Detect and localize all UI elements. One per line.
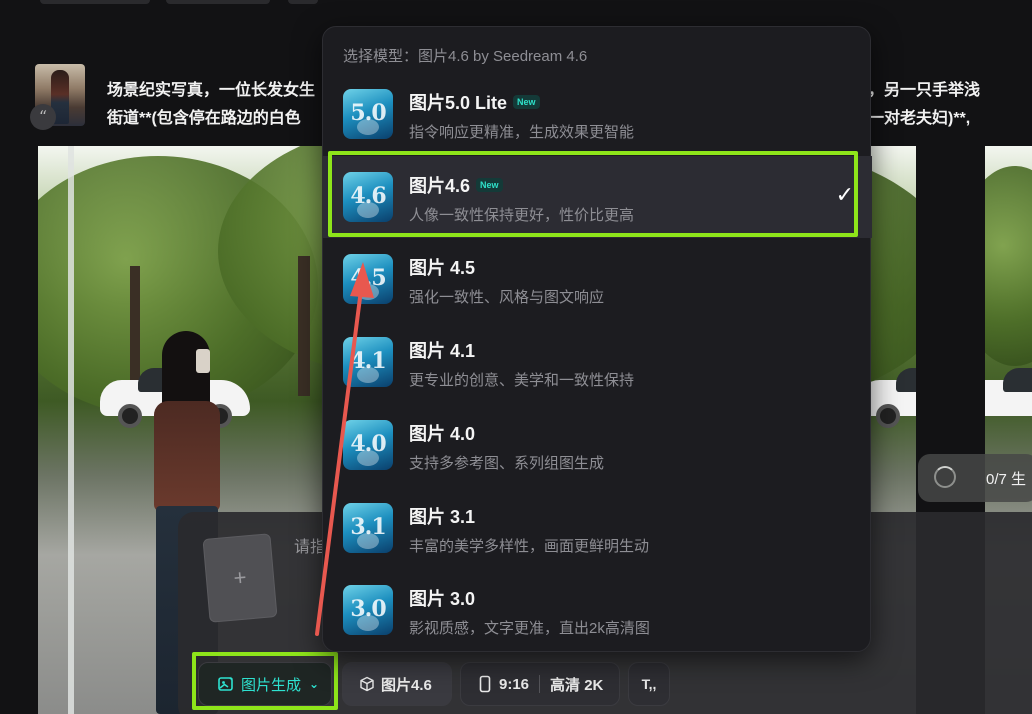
top-chip [40,0,150,4]
model-description: 影视质感，文字更准，直出2k高清图 [409,620,650,638]
model-description: 丰富的美学多样性，画面更鲜明生动 [409,537,650,555]
model-name-label: 图片 3.0 [409,589,476,610]
dropdown-header: 选择模型：图片4.6 by Seedream 4.6 [343,48,588,65]
progress-label: 0/7 生 [986,471,1027,488]
loading-spinner-icon [934,466,956,488]
model-option[interactable]: 3.1 图片 3.1 丰富的美学多样性，画面更鲜明生动 [323,487,872,569]
model-option[interactable]: 4.0 图片 4.0 支持多参考图、系列组图生成 [323,404,872,486]
model-description: 支持多参考图、系列组图生成 [409,454,605,472]
model-description: 强化一致性、风格与图文响应 [409,289,605,307]
annotation-highlight-selected-model [328,151,858,237]
divider [539,675,541,693]
cube-icon [360,676,374,692]
model-name: 图片 4.5 [409,254,475,280]
model-selector-button[interactable]: 图片4.6 [342,662,452,706]
model-name-label: 图片 3.1 [409,506,476,527]
portrait-ratio-icon [479,675,491,693]
model-thumbnail: 3.0 [343,585,393,636]
model-option[interactable]: 5.0 图片5.0 Lite New 指令响应更精准，生成效果更智能 [323,73,872,155]
text-icon: T,, [641,676,657,692]
model-description: 指令响应更精准，生成效果更智能 [409,124,635,141]
new-badge: New [513,95,540,109]
model-thumbnail: 5.0 [343,89,393,139]
model-dropdown: 选择模型：图片4.6 by Seedream 4.6 5.0 图片5.0 Lite… [322,26,872,652]
model-name: 图片 3.1 [409,503,475,529]
model-thumbnail: 3.1 [343,502,393,553]
quote-icon: “ [30,104,56,130]
model-thumbnail: 4.1 [343,337,393,388]
quality-label: 高清 2K [550,676,604,694]
model-name-label: 图片 4.1 [409,341,476,362]
model-name: 图片 4.0 [409,420,475,446]
model-label: 图片4.6 [381,676,432,694]
top-chip [166,0,270,4]
annotation-highlight-mode [192,652,338,710]
model-thumbnail: 4.0 [343,419,393,470]
page: “ 场景纪实写真，一位长发女生 的服装，另一只手举浅 街道**(包含停在路边的白色… [0,0,1032,714]
generation-progress: 0/7 生 [918,454,1032,502]
aspect-quality-button[interactable]: 9:16 高清 2K [460,662,620,706]
model-name: 图片 4.1 [409,337,475,363]
model-name-label: 图片5.0 Lite [409,93,508,113]
ratio-label: 9:16 [499,675,530,693]
model-option[interactable]: 4.1 图片 4.1 更专业的创意、美学和一致性保持 [323,321,872,403]
text-style-button[interactable]: T,, [628,662,670,706]
model-name: 图片 3.0 [409,585,475,611]
upload-reference-button[interactable]: + [202,533,278,623]
model-description: 更专业的创意、美学和一致性保持 [409,372,635,390]
model-thumbnail: 4.5 [343,254,393,305]
model-name: 图片5.0 Lite New [409,89,540,115]
plus-icon: + [232,564,248,591]
model-name-label: 图片 4.0 [409,423,476,444]
model-option[interactable]: 3.0 图片 3.0 影视质感，文字更准，直出2k高清图 [323,569,872,651]
model-option[interactable]: 4.5 图片 4.5 强化一致性、风格与图文响应 [323,238,872,320]
model-name-label: 图片 4.5 [409,258,476,279]
top-chip [288,0,318,4]
